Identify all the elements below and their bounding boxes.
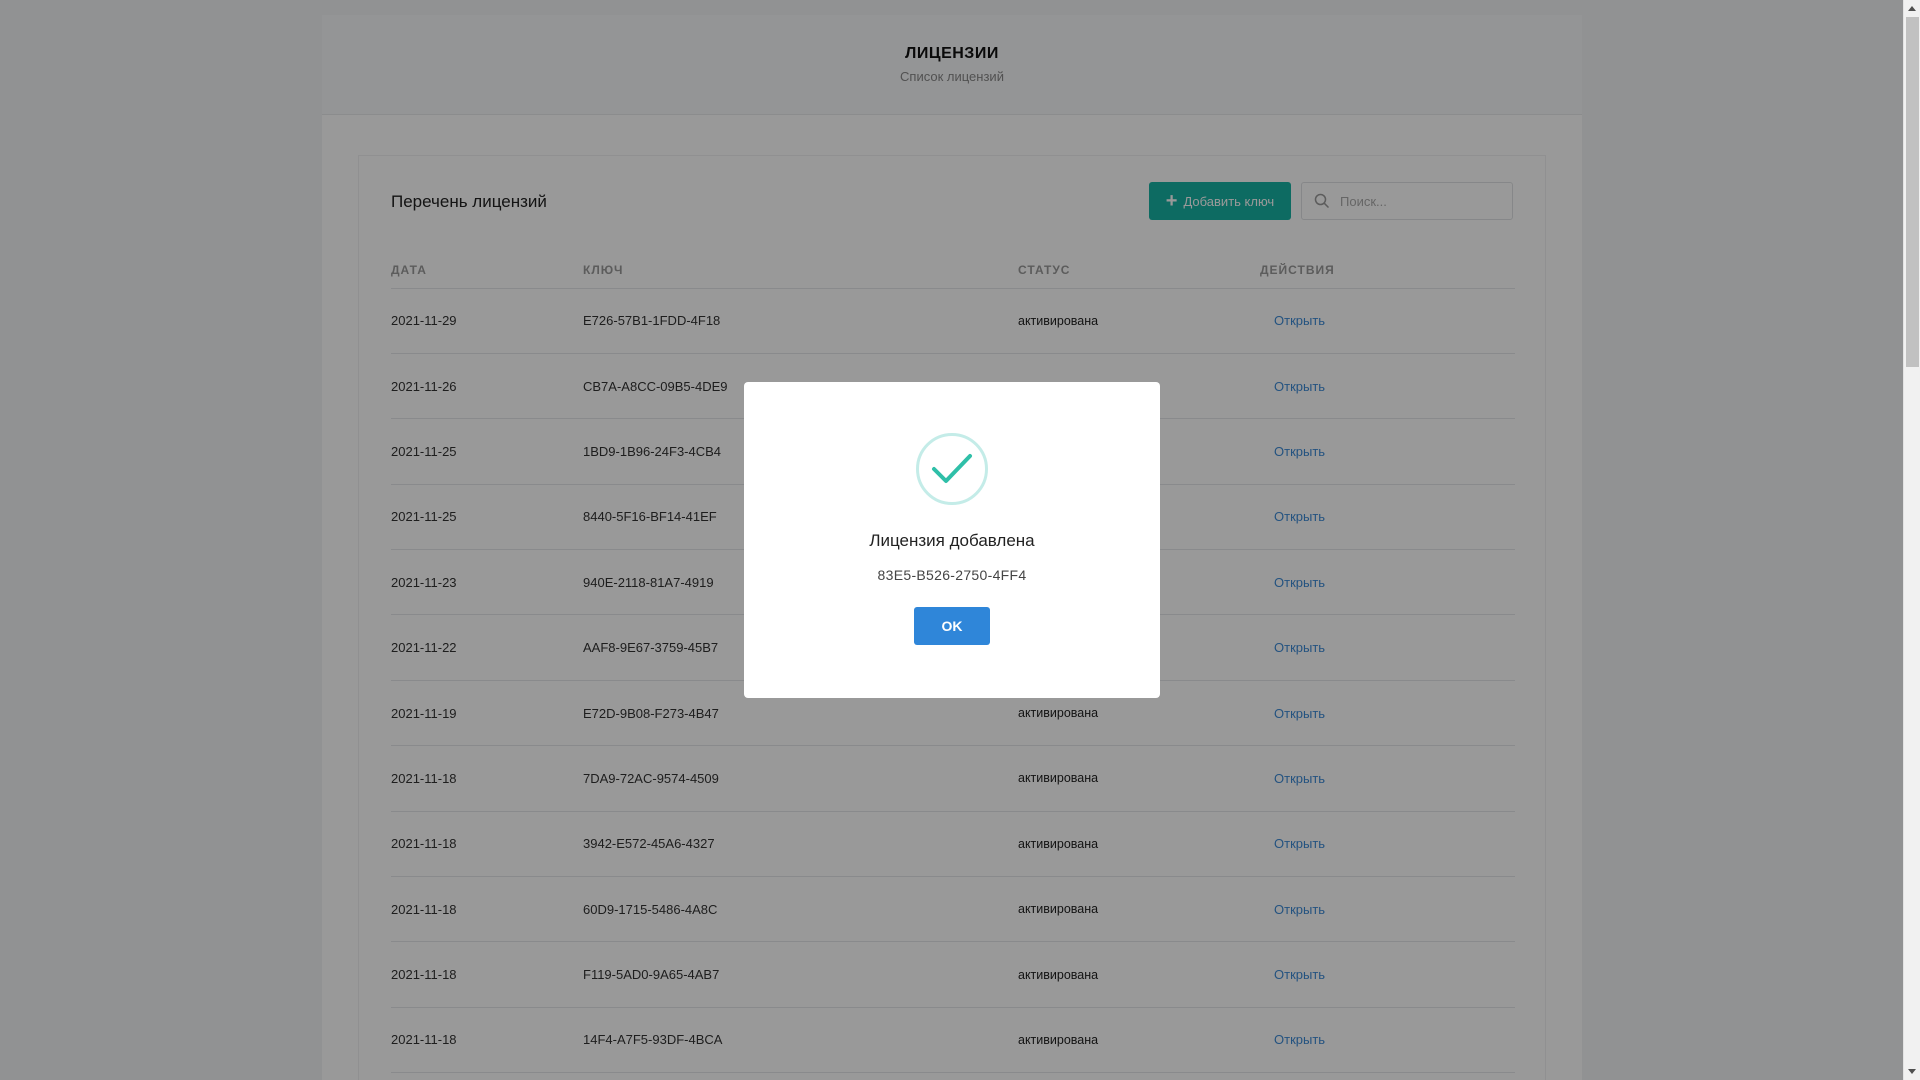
scroll-down-arrow-icon[interactable] <box>1908 1069 1916 1074</box>
success-dialog: Лицензия добавлена 83E5-B526-2750-4FF4 O… <box>744 382 1160 698</box>
success-check-icon <box>916 433 988 505</box>
scroll-up-arrow-icon[interactable] <box>1908 6 1916 11</box>
ok-button[interactable]: OK <box>914 607 990 645</box>
dialog-license-key: 83E5-B526-2750-4FF4 <box>877 567 1027 583</box>
scrollbar[interactable] <box>1903 0 1920 1080</box>
dialog-title: Лицензия добавлена <box>869 531 1035 550</box>
scrollbar-thumb[interactable] <box>1906 17 1919 367</box>
